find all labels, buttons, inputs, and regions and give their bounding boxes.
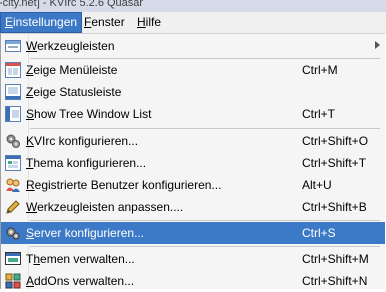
menu-item-label: KVIrc konfigurieren... [26, 134, 138, 148]
menu-item-label-rest: eige Menüleiste [33, 63, 118, 77]
menu-item-server-konfigurieren[interactable]: Server konfigurieren... Ctrl+S [1, 222, 385, 244]
menu-item-label-rest: eige Statusleiste [33, 85, 122, 99]
menu-item-mnemonic: K [26, 134, 35, 148]
menu-item-label-rest: emen verwalten... [40, 252, 135, 266]
menu-item-zeige-menueleiste[interactable]: Zeige Menüleiste Ctrl+M [1, 59, 385, 81]
menu-item-registrierte-benutzer[interactable]: Registrierte Benutzer konfigurieren... A… [1, 174, 385, 196]
menu-hilfe-label: ilfe [145, 15, 162, 29]
menu-item-mnemonic: R [26, 178, 35, 192]
menu-item-label-rest: VIrc konfigurieren... [34, 134, 139, 148]
menu-item-themen-verwalten[interactable]: Themen verwalten... Ctrl+Shift+M [1, 248, 385, 270]
menu-item-mnemonic: W [26, 39, 38, 53]
tree-window-icon [5, 106, 21, 122]
gears-icon [5, 133, 21, 149]
menu-item-label-rest: hema konfigurieren... [33, 156, 147, 170]
menu-item-label: Registrierte Benutzer konfigurieren... [26, 178, 221, 192]
addons-icon [5, 273, 21, 289]
menu-item-label: Thema konfigurieren... [26, 156, 146, 170]
menu-separator [30, 246, 380, 247]
menu-item-shortcut: Ctrl+Shift+N [302, 274, 368, 288]
menu-item-mnemonic: A [26, 274, 35, 288]
menubar-icon [5, 62, 21, 78]
submenu-arrow-icon [375, 41, 380, 49]
menu-item-label-rest: how Tree Window List [34, 107, 152, 121]
menu-item-label: Themen verwalten... [26, 252, 135, 266]
menu-item-label-rest: erkzeugleisten anpassen.... [37, 200, 184, 214]
menu-item-werkzeugleisten[interactable]: Werkzeugleisten [1, 35, 385, 57]
menu-item-label: Zeige Statusleiste [26, 85, 121, 99]
menu-item-thema-konfigurieren[interactable]: Thema konfigurieren... Ctrl+Shift+T [1, 152, 385, 174]
window-title: -city.net] - KVIrc 5.2.6 Quasar [0, 0, 144, 9]
menu-item-kvirc-konfigurieren[interactable]: KVIrc konfigurieren... Ctrl+Shift+O [1, 130, 385, 152]
menu-separator [30, 128, 380, 129]
menu-item-shortcut: Ctrl+S [302, 226, 336, 240]
menu-item-mnemonic: S [26, 107, 35, 121]
menu-item-shortcut: Alt+U [302, 178, 332, 192]
settings-dropdown-menu: Werkzeugleisten Zeige Menüleiste Ctrl+M … [0, 33, 385, 290]
menu-item-shortcut: Ctrl+Shift+O [302, 134, 369, 148]
menu-fenster[interactable]: Fenster [80, 13, 129, 32]
menu-item-label: Show Tree Window List [26, 107, 151, 121]
menu-item-shortcut: Ctrl+Shift+T [302, 156, 367, 170]
menu-item-label-rest: erkzeugleisten [37, 39, 115, 53]
menu-item-mnemonic: W [26, 200, 38, 214]
window-title-bar: -city.net] - KVIrc 5.2.6 Quasar [0, 0, 386, 12]
menu-item-show-tree-window-list[interactable]: Show Tree Window List Ctrl+T [1, 103, 385, 125]
menu-item-label: Zeige Menüleiste [26, 63, 117, 77]
statusbar-icon [5, 84, 21, 100]
theme-icon [5, 155, 21, 171]
themes-icon [5, 251, 21, 267]
menu-hilfe-mnemonic: H [137, 15, 146, 29]
menu-item-label: Werkzeugleisten [26, 39, 115, 53]
menu-item-label: Werkzeugleisten anpassen.... [26, 200, 183, 214]
menu-einstellungen-mnemonic: E [5, 15, 14, 29]
menu-item-label: Server konfigurieren... [26, 226, 144, 240]
menu-item-mnemonic: S [26, 226, 35, 240]
menu-item-label-rest: ddOns verwalten... [34, 274, 135, 288]
menu-item-label-rest: egistrierte Benutzer konfigurieren... [34, 178, 222, 192]
menu-item-shortcut: Ctrl+Shift+B [302, 200, 367, 214]
menu-einstellungen-label: instellungen [13, 15, 78, 29]
menu-einstellungen[interactable]: Einstellungen [0, 12, 83, 33]
menu-item-shortcut: Ctrl+Shift+M [302, 252, 369, 266]
toolbar-icon [5, 38, 21, 54]
menu-item-shortcut: Ctrl+M [302, 63, 338, 77]
menu-item-label-rest: erver konfigurieren... [34, 226, 145, 240]
menu-item-werkzeugleisten-anpassen[interactable]: Werkzeugleisten anpassen.... Ctrl+Shift+… [1, 196, 385, 218]
menu-item-label: AddOns verwalten... [26, 274, 134, 288]
server-icon [5, 225, 21, 241]
menu-separator [30, 220, 380, 221]
users-icon [5, 177, 21, 193]
menu-item-zeige-statusleiste[interactable]: Zeige Statusleiste [1, 81, 385, 103]
pencil-icon [5, 199, 21, 215]
menu-bar: Einstellungen Fenster Hilfe [0, 12, 386, 33]
menu-hilfe[interactable]: Hilfe [133, 13, 165, 32]
menu-fenster-label: enster [91, 15, 125, 29]
menu-item-shortcut: Ctrl+T [302, 107, 335, 121]
